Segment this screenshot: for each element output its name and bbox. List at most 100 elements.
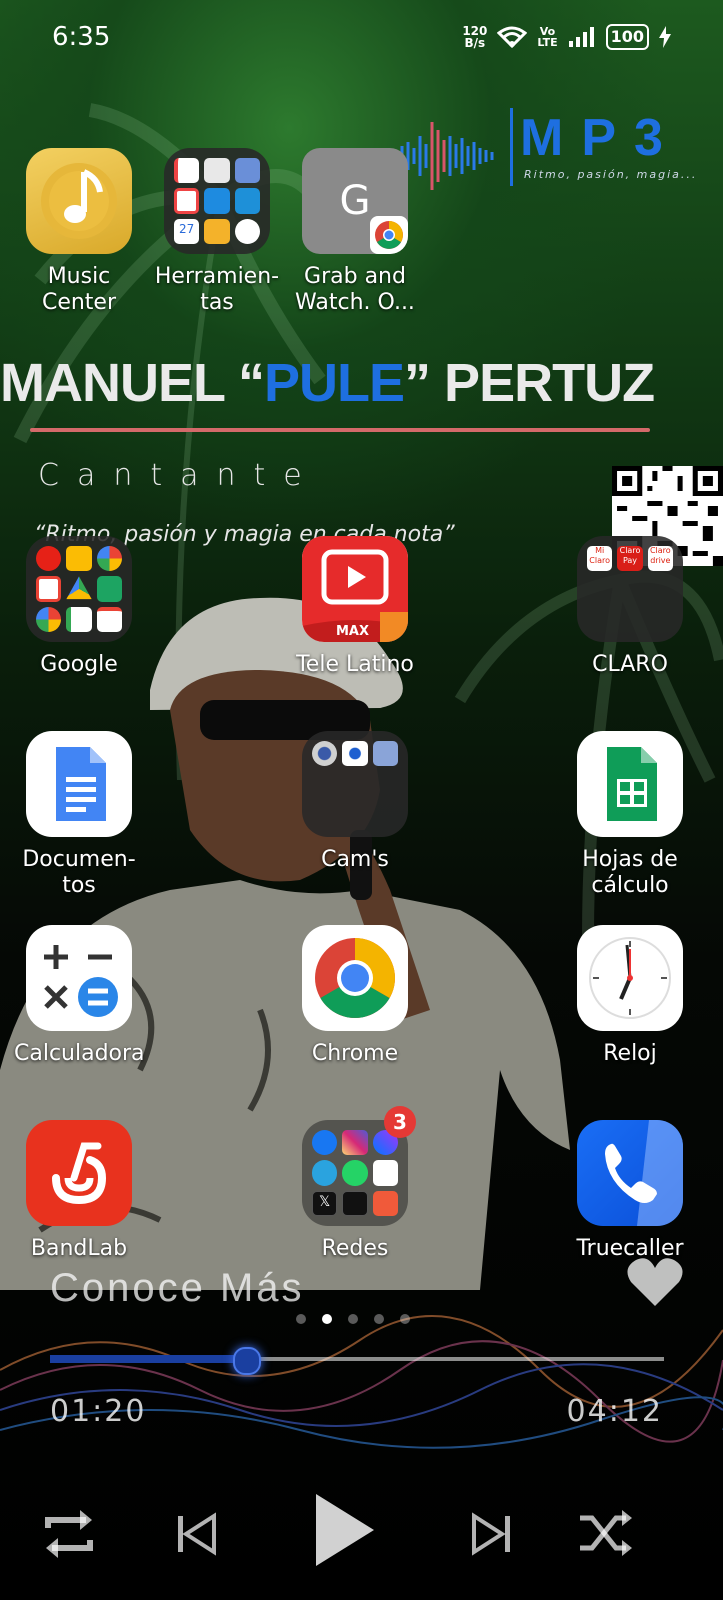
logo-divider bbox=[510, 108, 513, 186]
clock-mini-icon bbox=[234, 218, 260, 244]
app-folder-cams[interactable]: Cam's bbox=[290, 731, 420, 873]
artist-name-nickname: PULE bbox=[264, 353, 405, 413]
instagram-mini-icon bbox=[342, 1130, 368, 1156]
app-folder-redes[interactable]: 3 𝕏 Redes bbox=[290, 1106, 420, 1262]
app-label: Music Center bbox=[41, 264, 117, 315]
signal-icon bbox=[568, 27, 594, 47]
volte-indicator: Vo LTE bbox=[537, 26, 557, 48]
logo-tagline: Ritmo, pasión, magia... bbox=[524, 168, 698, 181]
app-truecaller[interactable]: Truecaller bbox=[565, 1120, 695, 1262]
docs-icon bbox=[26, 731, 132, 837]
app-hojas-de-calculo[interactable]: Hojas de cálculo bbox=[565, 731, 695, 899]
sim-mini-icon bbox=[204, 218, 230, 244]
volte-bottom: LTE bbox=[537, 36, 558, 49]
sheets-icon bbox=[577, 731, 683, 837]
app-folder-claro[interactable]: Mi Claro Claro Pay Claro drive CLARO bbox=[565, 536, 695, 678]
app-chrome[interactable]: Chrome bbox=[290, 925, 420, 1067]
clock-icon bbox=[577, 925, 683, 1031]
page-dot[interactable] bbox=[296, 1314, 306, 1324]
status-icons: 120 B/s Vo LTE 100 bbox=[462, 24, 671, 50]
claro-pay-mini-icon: Claro Pay bbox=[617, 546, 643, 572]
shuffle-icon[interactable] bbox=[578, 1508, 632, 1558]
music-note-icon bbox=[26, 148, 132, 254]
app-folder-herramientas[interactable]: 27 Herramien- tas bbox=[152, 148, 282, 316]
app-label: Redes bbox=[321, 1236, 389, 1261]
folder-icon bbox=[26, 536, 132, 642]
camera-mini-icon bbox=[312, 741, 338, 767]
app-grab-and-watch[interactable]: G Grab and Watch. O... bbox=[290, 148, 420, 316]
repeat-icon[interactable] bbox=[40, 1504, 98, 1564]
playback-controls bbox=[0, 1490, 723, 1590]
pinwheel-mini-icon bbox=[36, 606, 62, 632]
telegram-mini-icon bbox=[312, 1160, 338, 1186]
next-icon[interactable] bbox=[472, 1512, 510, 1556]
drive-mini-icon bbox=[66, 576, 92, 600]
maps-mini-icon bbox=[66, 606, 92, 632]
x-mini-icon: 𝕏 bbox=[312, 1190, 338, 1216]
letter-g-icon: G bbox=[302, 148, 408, 254]
chrome-icon bbox=[302, 925, 408, 1031]
home-mini-icon bbox=[36, 576, 62, 602]
phone-glyph bbox=[605, 1120, 683, 1226]
whatsapp-mini-icon bbox=[342, 1160, 368, 1186]
heart-icon[interactable] bbox=[626, 1256, 684, 1308]
page-dot[interactable] bbox=[374, 1314, 384, 1324]
notes-mini-icon bbox=[234, 158, 260, 184]
app-music-center[interactable]: Music Center bbox=[14, 148, 144, 316]
app-label: Tele Latino bbox=[296, 652, 414, 677]
gmail-mini-icon bbox=[96, 606, 122, 632]
previous-icon[interactable] bbox=[178, 1512, 216, 1556]
app-calculadora[interactable]: Calculadora bbox=[14, 925, 145, 1067]
radio-mini-icon bbox=[204, 158, 230, 184]
artist-underline bbox=[30, 428, 650, 432]
calculator-glyph bbox=[44, 945, 118, 1017]
tv-play-icon: MAX bbox=[302, 536, 408, 642]
elapsed-time: 01:20 bbox=[50, 1394, 147, 1429]
chrome-glyph bbox=[315, 938, 395, 1018]
total-time: 04:12 bbox=[566, 1394, 663, 1429]
charging-icon bbox=[659, 26, 671, 48]
photos-mini-icon bbox=[96, 546, 122, 572]
bandlab-icon bbox=[26, 1120, 132, 1226]
social-mini-icon bbox=[372, 1190, 398, 1216]
sheets-glyph bbox=[607, 747, 657, 821]
webcam-mini-icon bbox=[342, 741, 368, 767]
progress-thumb[interactable] bbox=[233, 1347, 261, 1375]
app-label: Cam's bbox=[321, 847, 389, 872]
app-bandlab[interactable]: BandLab bbox=[14, 1120, 144, 1262]
network-speed-unit: B/s bbox=[464, 36, 486, 50]
folder-icon bbox=[302, 731, 408, 837]
app-label: Documen- tos bbox=[22, 847, 136, 898]
capcut-mini-icon bbox=[372, 1160, 398, 1186]
app-tele-latino[interactable]: MAX Tele Latino bbox=[290, 536, 420, 678]
app-reloj[interactable]: Reloj bbox=[565, 925, 695, 1067]
snapseed-mini-icon bbox=[96, 576, 122, 602]
artist-name: MANUEL “PULE” PERTUZ bbox=[0, 352, 723, 414]
folder-icon: 27 bbox=[164, 148, 270, 254]
transfer-mini-icon bbox=[204, 188, 230, 214]
app-folder-google[interactable]: Google bbox=[14, 536, 144, 678]
app-label: Hojas de cálculo bbox=[582, 847, 678, 898]
app-label: Grab and Watch. O... bbox=[295, 264, 415, 315]
mi-claro-mini-icon: Mi Claro bbox=[587, 546, 613, 572]
docs-glyph bbox=[56, 747, 106, 821]
app-label: Herramien- tas bbox=[154, 264, 280, 315]
app-label: Chrome bbox=[311, 1041, 399, 1066]
calculator-icon bbox=[26, 925, 132, 1031]
music-note-glyph bbox=[41, 163, 117, 239]
app-label: CLARO bbox=[592, 652, 668, 677]
page-dot[interactable] bbox=[322, 1314, 332, 1324]
artist-name-first: MANUEL “ bbox=[0, 353, 265, 413]
chrome-badge-icon bbox=[370, 216, 408, 254]
compass-mini-icon bbox=[174, 188, 200, 214]
notification-badge: 3 bbox=[384, 1106, 416, 1138]
app-documentos[interactable]: Documen- tos bbox=[14, 731, 144, 899]
status-time: 6:35 bbox=[52, 22, 111, 52]
page-dot[interactable] bbox=[348, 1314, 358, 1324]
app-label: Reloj bbox=[603, 1041, 657, 1066]
page-dot[interactable] bbox=[400, 1314, 410, 1324]
calendar-mini-icon: 27 bbox=[174, 218, 200, 244]
battery-level: 100 bbox=[605, 24, 649, 50]
play-icon[interactable] bbox=[312, 1490, 378, 1570]
bandlab-glyph bbox=[52, 1142, 107, 1205]
